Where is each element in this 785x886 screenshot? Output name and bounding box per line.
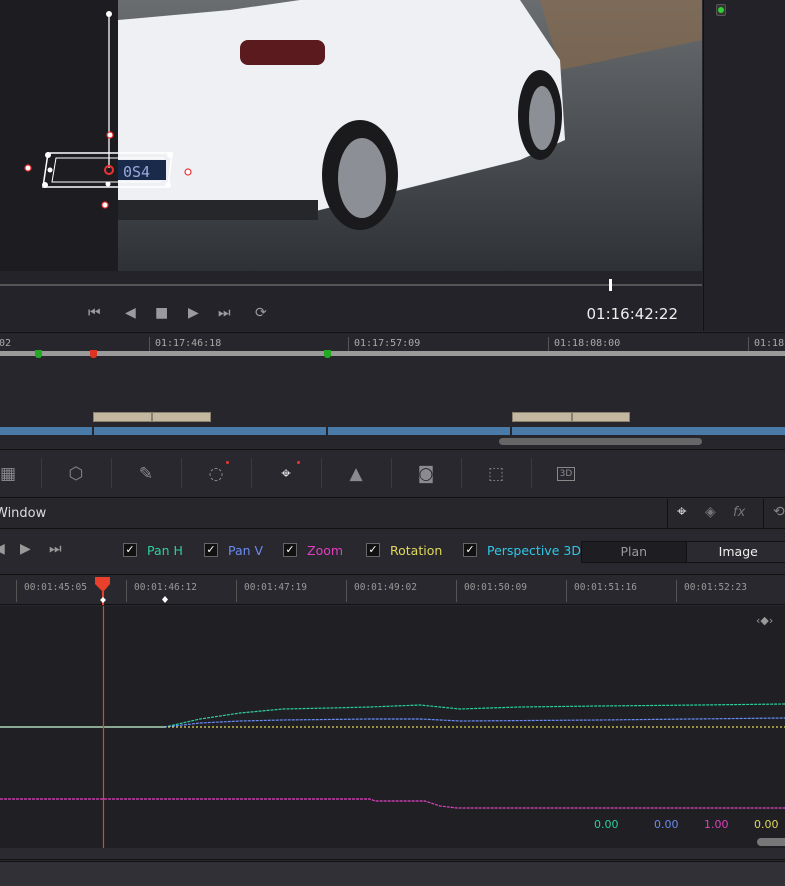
sizing-icon[interactable]: ⬚ — [484, 462, 508, 486]
audio-clip[interactable] — [512, 412, 572, 422]
viewer[interactable]: 0S4 — [0, 0, 702, 271]
tracker-icon[interactable]: ⌖ — [274, 462, 298, 486]
timeline-label: 01:17:46:18 — [149, 337, 221, 351]
palette-toolbar: ▦ ⬡ ✎ ◌ ⌖ ▲ ◙ ⬚ 3D — [0, 449, 785, 498]
play-icon[interactable]: ▶ — [188, 305, 199, 321]
pan-h-curve — [0, 703, 785, 728]
node-output[interactable] — [716, 4, 726, 16]
timecode: 01:16:42:22 — [586, 305, 678, 323]
skip-to-start-icon[interactable]: ⏮ — [88, 305, 101, 321]
timeline-label: 01:18: — [748, 337, 785, 351]
track-frame-forward-icon[interactable]: ⏭ — [49, 541, 62, 557]
track-reverse-icon[interactable]: ◀ — [0, 541, 5, 557]
pan-v-checkbox[interactable]: ✓ — [204, 543, 218, 557]
loop-icon[interactable]: ⟳ — [255, 305, 267, 321]
zoom-value: 1.00 — [704, 818, 729, 831]
marker-red[interactable] — [90, 350, 97, 358]
video-clip[interactable] — [512, 427, 785, 435]
key-icon[interactable]: ◙ — [414, 462, 438, 486]
bottom-bar — [0, 861, 785, 886]
audio-clip[interactable] — [93, 412, 152, 422]
ruler-label: 00:01:51:16 — [566, 580, 637, 602]
keyframe-nav-icon[interactable]: ‹◆› — [756, 614, 773, 627]
timeline-label: 01:17:57:09 — [348, 337, 420, 351]
zoom-checkbox[interactable]: ✓ — [283, 543, 297, 557]
window-icon[interactable]: ◌ — [204, 462, 228, 486]
eyedropper-icon[interactable]: ✎ — [134, 462, 158, 486]
mode-plan-button[interactable]: Plan — [582, 542, 686, 562]
node-panel[interactable] — [703, 0, 785, 331]
play-reverse-icon[interactable]: ◀ — [125, 305, 136, 321]
tracker-target-icon[interactable]: ⌖ — [677, 502, 687, 522]
transport-bar: ⏮ ◀ ■ ▶ ⏭ ⟳ 01:16:42:22 — [0, 271, 702, 331]
track-forward-icon[interactable]: ▶ — [20, 541, 31, 557]
perspective-3d-checkbox[interactable]: ✓ — [463, 543, 477, 557]
timeline-scrollbar[interactable] — [499, 438, 702, 445]
scrub-bar[interactable] — [0, 284, 702, 286]
plan-image-toggle: Plan Image — [581, 541, 785, 563]
pan-h-label: Pan H — [147, 543, 183, 558]
pan-v-curve — [0, 717, 785, 728]
ruler-label: 00:01:47:19 — [236, 580, 307, 602]
timeline-label: 02 — [0, 338, 12, 349]
perspective-3d-label: Perspective 3D — [487, 543, 581, 558]
mode-image-button[interactable]: Image — [685, 542, 785, 562]
rotation-value: 0.00 — [754, 818, 779, 831]
marker-green[interactable] — [324, 350, 331, 358]
tracker-controls: ◀ ▶ ⏭ ✓ Pan H ✓ Pan V ✓ Zoom ✓ Rotation … — [0, 530, 785, 573]
pan-v-value: 0.00 — [654, 818, 679, 831]
video-clip[interactable] — [0, 427, 92, 435]
ruler-label: 00:01:50:09 — [456, 580, 527, 602]
keyframe-icon[interactable] — [160, 595, 170, 605]
zoom-label: Zoom — [307, 543, 344, 558]
video-clip[interactable] — [328, 427, 510, 435]
curves-icon[interactable]: ▦ — [0, 462, 20, 486]
timeline-track-bar[interactable] — [0, 351, 785, 356]
timeline-label: 01:18:08:00 — [548, 337, 620, 351]
panel-title: Window — [0, 506, 47, 521]
audio-clip[interactable] — [152, 412, 211, 422]
3d-icon[interactable]: 3D — [554, 462, 578, 486]
graph-scrollbar[interactable] — [757, 838, 785, 846]
reset-icon[interactable]: ⟲ — [773, 504, 785, 520]
video-frame: 0S4 — [24, 0, 702, 271]
marker-green[interactable] — [35, 350, 42, 358]
video-clip[interactable] — [94, 427, 326, 435]
skip-to-end-icon[interactable]: ⏭ — [218, 305, 231, 321]
zoom-curve — [0, 798, 785, 809]
pan-v-label: Pan V — [228, 543, 264, 558]
ruler-label: 00:01:49:02 — [346, 580, 417, 602]
audio-clip[interactable] — [572, 412, 630, 422]
graph-footer — [0, 848, 785, 860]
playhead-handle[interactable] — [94, 575, 112, 605]
plate-text: 0S4 — [123, 163, 150, 181]
graph-ruler[interactable]: 00:01:45:05 00:01:46:12 00:01:47:19 00:0… — [0, 574, 785, 605]
blur-icon[interactable]: ▲ — [344, 462, 368, 486]
qualifier-icon[interactable]: ⬡ — [64, 462, 88, 486]
rotation-label: Rotation — [390, 543, 443, 558]
stop-icon[interactable]: ■ — [155, 305, 168, 321]
cube-icon[interactable]: ◈ — [705, 504, 716, 520]
mini-timeline[interactable]: 02 01:17:46:18 01:17:57:09 01:18:08:00 0… — [0, 332, 785, 448]
tracker-curves — [0, 606, 785, 848]
ruler-label: 00:01:45:05 — [16, 580, 87, 602]
pan-h-checkbox[interactable]: ✓ — [123, 543, 137, 557]
pan-h-value: 0.00 — [594, 818, 619, 831]
fx-icon[interactable]: fx — [733, 505, 745, 520]
ruler-label: 00:01:52:23 — [676, 580, 747, 602]
panel-header: Window ⌖ ◈ fx ⟲ — [0, 499, 785, 529]
rotation-checkbox[interactable]: ✓ — [366, 543, 380, 557]
keyframe-graph[interactable]: ‹◆› 0.00 0.00 1.00 0.00 — [0, 606, 785, 848]
scrub-handle[interactable] — [609, 279, 612, 291]
